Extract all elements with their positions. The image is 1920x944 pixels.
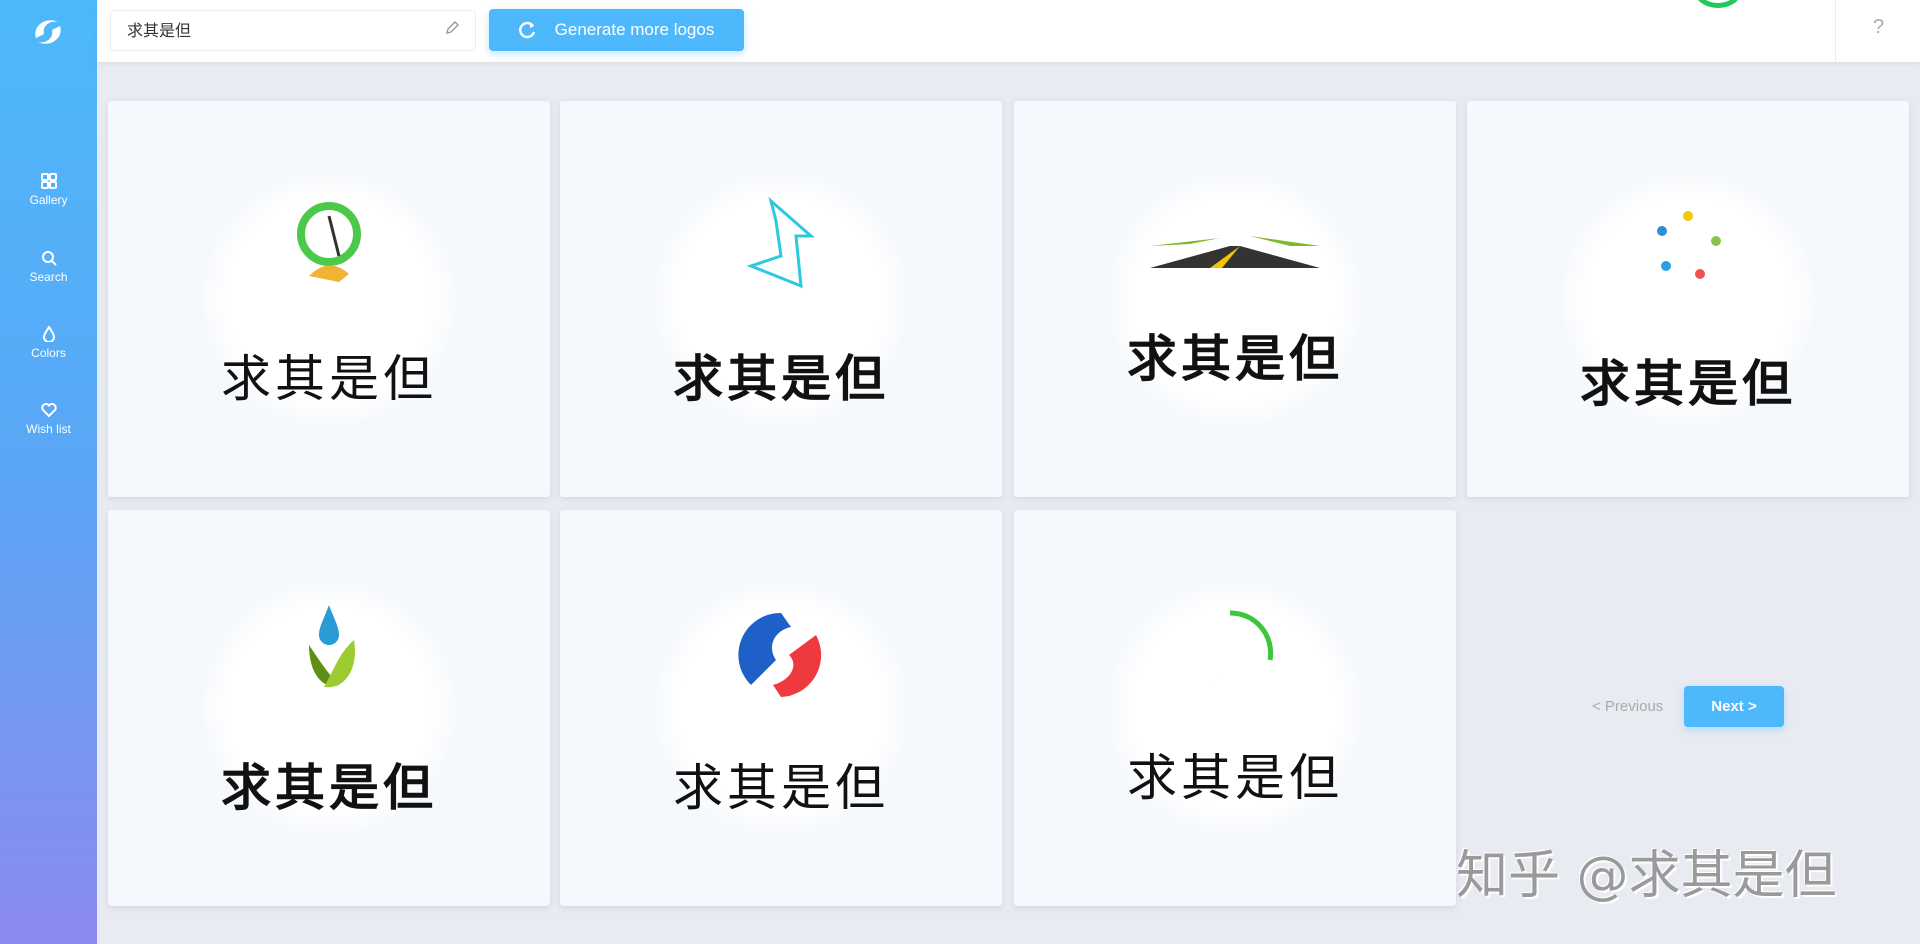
gray-green-swirl-logo-icon bbox=[1196, 610, 1274, 697]
brand-text: 求其是但 bbox=[221, 350, 437, 408]
search-icon bbox=[41, 251, 57, 266]
brand-text: 求其是但 bbox=[673, 759, 889, 817]
sidebar: Gallery Search Colors Wish list bbox=[0, 0, 97, 944]
brand-text: 求其是但 bbox=[1127, 749, 1343, 807]
water-leaf-logo-icon bbox=[309, 605, 355, 688]
sidebar-item-gallery[interactable]: Gallery bbox=[0, 173, 97, 207]
sidebar-item-label: Colors bbox=[31, 346, 66, 360]
divider bbox=[1835, 0, 1836, 62]
previous-page-button[interactable]: < Previous bbox=[1592, 698, 1663, 715]
brand-text: 求其是但 bbox=[1580, 355, 1796, 413]
sidebar-item-label: Gallery bbox=[29, 193, 68, 207]
watermark: 知乎 @求其是但 bbox=[1456, 846, 1837, 906]
sidebar-item-label: Search bbox=[29, 270, 68, 284]
next-page-button[interactable]: Next > bbox=[1684, 686, 1784, 727]
tree-person-logo-icon bbox=[297, 202, 361, 282]
sidebar-item-label: Wish list bbox=[26, 422, 71, 436]
logo-card[interactable]: 求其是但 bbox=[560, 510, 1002, 906]
generate-label: Generate more logos bbox=[554, 20, 715, 39]
app-logo-icon[interactable] bbox=[28, 12, 68, 52]
logo-card[interactable]: 求其是但 bbox=[1467, 101, 1909, 497]
heart-icon bbox=[40, 403, 57, 418]
sidebar-item-wish-list[interactable]: Wish list bbox=[0, 402, 97, 436]
pencil-icon[interactable] bbox=[444, 20, 460, 36]
logo-card[interactable]: 求其是但 bbox=[108, 101, 550, 497]
droplet-icon bbox=[42, 326, 55, 342]
brand-text: 求其是但 bbox=[673, 350, 889, 408]
generate-more-logos-button[interactable]: Generate more logos bbox=[489, 9, 744, 51]
logo-card[interactable]: 求其是但 bbox=[1014, 510, 1456, 906]
brand-text: 求其是但 bbox=[1127, 330, 1343, 388]
logo-card[interactable]: 求其是但 bbox=[1014, 101, 1456, 497]
logo-card[interactable]: 求其是但 bbox=[560, 101, 1002, 497]
road-logo-icon bbox=[1150, 236, 1320, 268]
avatar[interactable] bbox=[1694, 0, 1742, 8]
grid-icon bbox=[40, 173, 57, 189]
sidebar-item-colors[interactable]: Colors bbox=[0, 326, 97, 360]
topbar: 求其是但 Generate more logos ? bbox=[97, 0, 1920, 62]
refresh-icon bbox=[518, 21, 535, 39]
sidebar-item-search[interactable]: Search bbox=[0, 250, 97, 284]
help-button[interactable]: ? bbox=[1873, 16, 1884, 39]
brand-name-input[interactable]: 求其是但 bbox=[110, 10, 476, 51]
brand-text: 求其是但 bbox=[221, 759, 437, 817]
logo-card[interactable]: 求其是但 bbox=[108, 510, 550, 906]
arrow-logo-icon bbox=[746, 196, 815, 289]
people-circle-logo-icon bbox=[1657, 211, 1721, 279]
blue-red-swirl-logo-icon bbox=[738, 612, 822, 697]
